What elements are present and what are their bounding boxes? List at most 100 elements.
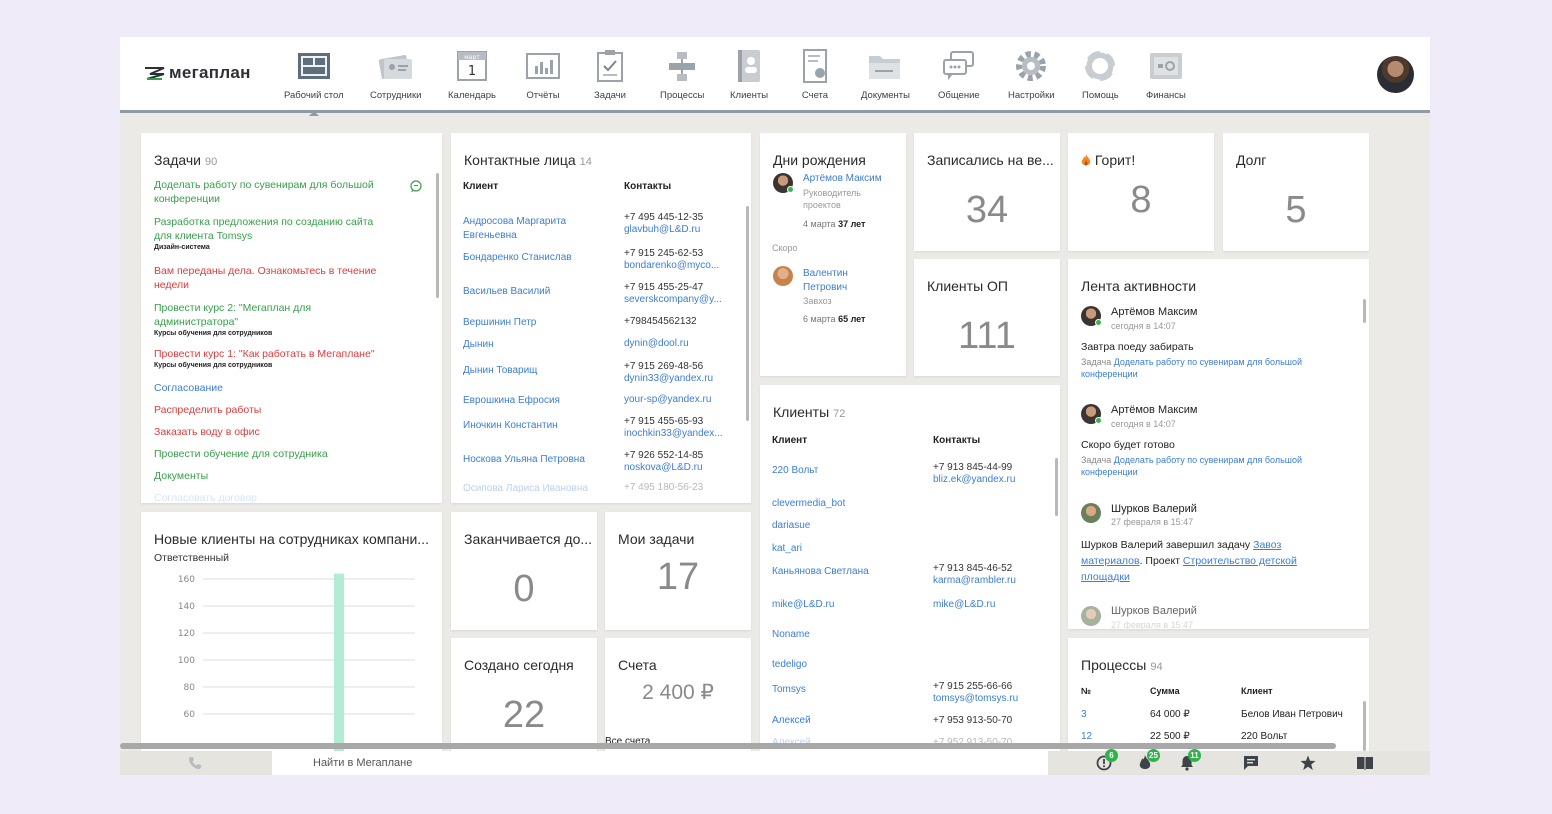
debt-widget[interactable]: Долг 5 [1223, 133, 1369, 251]
process-client[interactable]: Белов Иван Петрович [1241, 709, 1343, 721]
nav-documents[interactable]: Документы [861, 49, 910, 109]
avatar[interactable] [773, 266, 793, 286]
column-header-num[interactable]: № [1081, 686, 1091, 696]
column-header-contacts[interactable]: Контакты [933, 435, 980, 446]
birthday-name[interactable]: Артёмов Максим [803, 173, 882, 185]
contact-email[interactable]: dynin@dool.ru [624, 338, 734, 350]
process-client[interactable]: 220 Вольт [1241, 731, 1287, 743]
task-item[interactable]: Вам переданы дела. Ознакомьтесь в течени… [154, 264, 394, 292]
client-phone[interactable]: +7 953 913-50-70 [933, 715, 1012, 727]
contact-phone[interactable]: +7 495 180-56-23 [624, 482, 734, 494]
comment-icon[interactable] [409, 180, 423, 193]
widget-title[interactable]: Новые клиенты на сотрудниках компани... [154, 531, 439, 547]
messages-button[interactable] [1243, 755, 1261, 771]
notifications-button[interactable]: 11 [1179, 749, 1201, 771]
task-link[interactable]: Доделать работу по сувенирам для большой… [1081, 455, 1302, 477]
client-name[interactable]: Tomsys [772, 684, 806, 696]
task-item[interactable]: Разработка предложения по созданию сайта… [154, 215, 394, 253]
user-avatar[interactable] [1377, 56, 1414, 93]
nav-invoices[interactable]: Счета [797, 49, 833, 109]
client-email[interactable]: mike@L&D.ru [933, 599, 995, 611]
task-project[interactable]: Курсы обучения для сотрудников [154, 329, 394, 339]
invoices-widget[interactable]: Счета 2 400 ₽ Все счета [605, 638, 751, 751]
task-item[interactable]: Согласовать договор [154, 491, 394, 503]
client-name[interactable]: kat_ari [772, 543, 802, 555]
nav-desktop[interactable]: Рабочий стол [284, 49, 344, 116]
feed-author[interactable]: Шурков Валерий [1111, 503, 1197, 515]
clients-op-widget[interactable]: Клиенты ОП 111 [914, 259, 1060, 376]
contact-name[interactable]: Еврошкина Ефросия [463, 394, 613, 408]
task-link[interactable]: Доделать работу по сувенирам для большой… [1081, 357, 1302, 379]
signed-up-widget[interactable]: Записались на ве... 34 [914, 133, 1060, 251]
contact-name[interactable]: Васильев Василий [463, 285, 613, 299]
nav-settings[interactable]: Настройки [1008, 49, 1055, 109]
process-num[interactable]: 12 [1081, 731, 1092, 743]
contact-phone[interactable]: +7 915 245-62-53 [624, 248, 734, 260]
task-item[interactable]: Согласование [154, 381, 394, 395]
phone-icon[interactable] [188, 756, 202, 770]
nav-chat[interactable]: Общение [938, 49, 980, 109]
client-name[interactable]: Noname [772, 629, 810, 641]
contact-email[interactable]: inochkin33@yandex... [624, 428, 734, 440]
client-name[interactable]: Алексей [772, 715, 811, 727]
nav-processes[interactable]: Процессы [660, 49, 704, 109]
column-header-contacts[interactable]: Контакты [624, 181, 671, 192]
nav-calendar[interactable]: март 1 Календарь [448, 49, 496, 109]
feed-author[interactable]: Шурков Валерий [1111, 605, 1197, 617]
alerts-button[interactable]: 6 [1096, 749, 1118, 771]
contact-name[interactable]: Дынин [463, 338, 613, 352]
contact-name[interactable]: Вершинин Петр [463, 316, 613, 330]
nav-help[interactable]: Помощь [1082, 49, 1119, 109]
widget-title[interactable]: Контактные лица 14 [464, 152, 592, 168]
contact-email[interactable]: glavbuh@L&D.ru [624, 224, 734, 236]
task-item[interactable]: Провести курс 1: "Как работать в Мегапла… [154, 347, 394, 371]
task-item[interactable]: Заказать воду в офис [154, 425, 394, 439]
column-header-client[interactable]: Клиент [772, 435, 807, 446]
client-name[interactable]: clevermedia_bot [772, 498, 845, 510]
nav-employees[interactable]: Сотрудники [370, 49, 421, 109]
contact-name[interactable]: Носкова Ульяна Петровна [463, 453, 613, 467]
contact-name[interactable]: Дынин Товарищ [463, 364, 613, 378]
column-header-client[interactable]: Клиент [463, 181, 498, 192]
nav-finance[interactable]: Финансы [1146, 49, 1186, 109]
client-name[interactable]: tedeligo [772, 659, 807, 671]
contact-name[interactable]: Иночкин Константин [463, 419, 613, 433]
scrollbar[interactable] [1363, 299, 1366, 323]
column-header-sum[interactable]: Сумма [1150, 686, 1180, 696]
contact-phone[interactable]: +7 915 455-65-93 [624, 416, 734, 428]
task-item[interactable]: Провести курс 2: "Мегаплан для администр… [154, 301, 394, 339]
contact-name[interactable]: Осипова Лариса Ивановна [463, 482, 613, 496]
search-input[interactable]: Найти в Мегаплане [272, 751, 1048, 775]
contact-name[interactable]: Бондаренко Станислав [463, 251, 613, 265]
task-item[interactable]: Доделать работу по сувенирам для большой… [154, 178, 394, 206]
widget-title[interactable]: Процессы 94 [1081, 657, 1163, 673]
client-email[interactable]: bliz.ek@yandex.ru [933, 474, 1015, 486]
column-header-client[interactable]: Клиент [1241, 686, 1273, 696]
task-item[interactable]: Провести обучение для сотрудника [154, 447, 394, 461]
nav-tasks[interactable]: Задачи [592, 49, 628, 109]
task-project[interactable]: Дизайн-система [154, 243, 394, 253]
nav-clients[interactable]: Клиенты [730, 49, 768, 109]
task-item[interactable]: Документы [154, 469, 394, 483]
widget-title[interactable]: Дни рождения [773, 152, 866, 168]
contact-phone[interactable]: +7 495 445-12-35 [624, 212, 734, 224]
hot-widget[interactable]: Горит! 8 [1068, 133, 1214, 251]
widget-title[interactable]: Клиенты 72 [773, 404, 845, 420]
client-phone[interactable]: +7 913 845-46-52 [933, 563, 1016, 575]
feed-author[interactable]: Артёмов Максим [1111, 306, 1198, 318]
megaplan-logo[interactable]: мегаплан [144, 63, 251, 83]
contact-name[interactable]: Андросова Маргарита Евгеньевна [463, 215, 613, 243]
contact-email[interactable]: your-sp@yandex.ru [624, 394, 734, 406]
scrollbar[interactable] [436, 173, 439, 298]
chart-bar[interactable] [334, 573, 344, 752]
ending-widget[interactable]: Заканчивается до... 0 [451, 512, 597, 630]
client-name[interactable]: dariasue [772, 520, 810, 532]
hot-button[interactable]: 25 [1138, 749, 1160, 771]
avatar[interactable] [1081, 606, 1101, 626]
widget-title[interactable]: Лента активности [1081, 278, 1196, 294]
contact-phone[interactable]: +798454562132 [624, 316, 734, 328]
nav-reports[interactable]: Отчёты [525, 49, 561, 109]
favorites-button[interactable] [1300, 755, 1318, 771]
client-name[interactable]: Каньянова Светлана [772, 566, 869, 578]
contact-email[interactable]: dynin33@yandex.ru [624, 373, 734, 385]
